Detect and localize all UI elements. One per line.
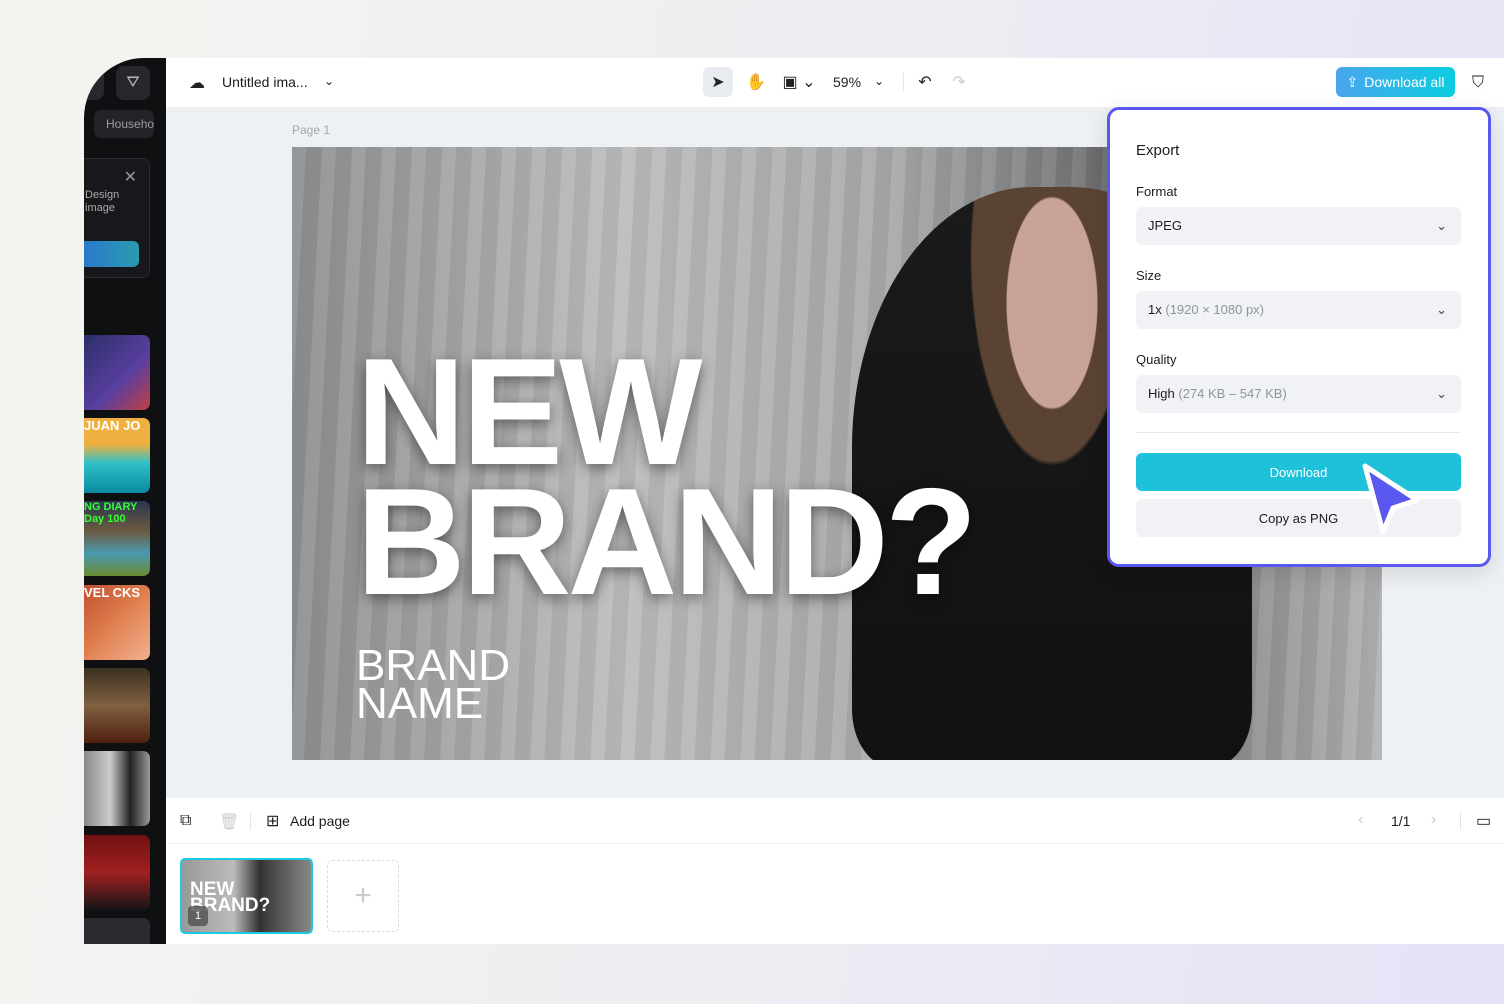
hand-tool-icon[interactable]: ✋: [741, 67, 771, 97]
divider: [1460, 812, 1461, 830]
mouse-cursor-icon: [1362, 463, 1420, 535]
download-all-button[interactable]: ⇪ Download all: [1336, 67, 1455, 97]
template-thumb[interactable]: [84, 835, 150, 910]
template-thumb[interactable]: [84, 335, 150, 410]
export-title: Export: [1136, 142, 1180, 159]
size-select[interactable]: 1x (1920 × 1080 px) ⌄: [1136, 291, 1461, 329]
chevron-down-icon: ⌄: [1436, 386, 1447, 401]
headline-line-2[interactable]: BRAND?: [356, 466, 978, 618]
pages-toolbar: ⧉ 🗑 ⊞ Add page ‹ 1/1 › ▭: [166, 798, 1504, 844]
quality-select[interactable]: High (274 KB – 547 KB) ⌄: [1136, 375, 1461, 413]
add-page-icon[interactable]: ⊞: [266, 811, 279, 831]
add-page-tile[interactable]: +: [327, 860, 399, 932]
upload-icon: ⇪: [1346, 73, 1359, 90]
page-number-badge: 1: [188, 906, 208, 926]
page-label: Page 1: [292, 123, 331, 137]
select-tool-icon[interactable]: ➤: [703, 67, 733, 97]
download-all-label: Download all: [1364, 74, 1445, 90]
promo-button[interactable]: [84, 241, 139, 267]
template-thumb[interactable]: [84, 751, 150, 826]
divider: [250, 812, 251, 830]
size-value: 1x: [1148, 302, 1162, 317]
plus-icon: +: [354, 879, 372, 912]
top-toolbar: ☁ Untitled ima... ⌄ ➤ ✋ ▣ ⌄ 59% ⌄ ↶ ↷ ⇪ D…: [166, 58, 1504, 108]
layout-icon[interactable]: ▣ ⌄: [779, 67, 819, 97]
close-icon[interactable]: ✕: [124, 167, 137, 187]
chevron-down-icon[interactable]: ⌄: [324, 74, 334, 88]
filter-icon[interactable]: ⛛: [116, 66, 150, 100]
thumb-text: JUAN JO: [84, 418, 141, 433]
brand-line-2: NAME: [356, 679, 484, 728]
quality-detail: (274 KB – 547 KB): [1178, 386, 1287, 401]
quality-value: High: [1148, 386, 1175, 401]
promo-card: ✕ Design image: [84, 158, 150, 278]
present-icon[interactable]: ▭: [1476, 811, 1491, 831]
trash-icon[interactable]: 🗑: [219, 812, 239, 832]
zoom-level[interactable]: 59%: [833, 74, 861, 90]
export-panel: Export Format JPEG ⌄ Size 1x (1920 × 1080…: [1107, 107, 1491, 567]
left-sidebar: ⚇ ⛛ Household ✕ Design image JUAN JO NG …: [84, 58, 166, 944]
format-value: JPEG: [1148, 218, 1182, 233]
redo-icon[interactable]: ↷: [944, 67, 974, 97]
thumb-text: VEL CKS: [84, 585, 141, 600]
format-label: Format: [1136, 184, 1178, 199]
promo-text: Design image: [85, 189, 120, 214]
thumb-text: NG DIARY Day 100: [84, 501, 138, 525]
chevron-down-icon: ⌄: [1436, 302, 1447, 317]
user-icon[interactable]: ⚇: [84, 66, 104, 100]
quality-label: Quality: [1136, 352, 1177, 367]
document-title[interactable]: Untitled ima...: [222, 74, 308, 90]
chevron-down-icon[interactable]: ⌄: [874, 74, 884, 88]
shield-check-icon[interactable]: ⛉: [1466, 71, 1490, 95]
template-thumb[interactable]: [84, 668, 150, 743]
next-page-icon[interactable]: ›: [1431, 811, 1436, 829]
template-thumb[interactable]: JUAN JO: [84, 418, 150, 493]
prev-page-icon[interactable]: ‹: [1358, 811, 1363, 829]
divider: [1136, 432, 1461, 433]
size-detail: (1920 × 1080 px): [1165, 302, 1265, 317]
page-thumbnail[interactable]: NEW BRAND? 1: [180, 858, 313, 934]
cloud-saved-icon: ☁: [189, 75, 205, 92]
template-thumb[interactable]: VEL CKS: [84, 585, 150, 660]
brand-name-text[interactable]: BRAND NAME: [356, 644, 510, 728]
page-counter: 1/1: [1391, 813, 1411, 829]
duplicate-page-icon[interactable]: ⧉: [180, 812, 191, 830]
category-chip[interactable]: Household: [94, 110, 154, 138]
divider: [903, 73, 904, 91]
undo-icon[interactable]: ↶: [910, 67, 940, 97]
template-thumb[interactable]: [84, 918, 150, 944]
template-thumb[interactable]: NG DIARY Day 100: [84, 501, 150, 576]
chevron-down-icon: ⌄: [1436, 218, 1447, 233]
format-select[interactable]: JPEG ⌄: [1136, 207, 1461, 245]
add-page-button[interactable]: Add page: [290, 813, 350, 829]
page-thumbnails: NEW BRAND? 1 +: [166, 844, 1504, 944]
size-label: Size: [1136, 268, 1162, 283]
